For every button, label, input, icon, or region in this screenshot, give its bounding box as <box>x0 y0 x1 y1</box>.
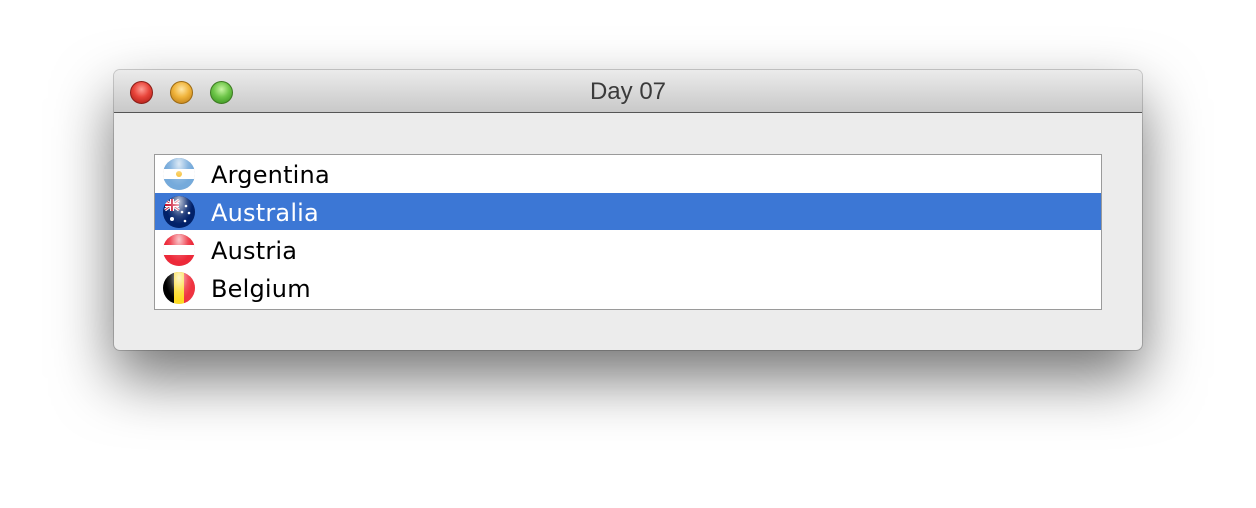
app-window: Day 07 Argentina Australia Austria Belgi… <box>114 70 1142 350</box>
belgium-flag-icon <box>163 272 195 304</box>
argentina-flag-icon <box>163 158 195 190</box>
list-item-label: Argentina <box>211 161 330 189</box>
list-item-label: Australia <box>211 199 319 227</box>
country-list[interactable]: Argentina Australia Austria Belgium <box>154 154 1102 310</box>
list-item-australia[interactable]: Australia <box>155 193 1101 230</box>
austria-flag-icon <box>163 234 195 266</box>
title-bar[interactable]: Day 07 <box>114 70 1142 113</box>
list-item-belgium[interactable]: Belgium <box>155 269 1101 306</box>
list-item-label: Belgium <box>211 275 311 303</box>
list-item-austria[interactable]: Austria <box>155 231 1101 268</box>
australia-flag-icon <box>163 196 195 228</box>
window-title: Day 07 <box>589 78 667 105</box>
list-item-argentina[interactable]: Argentina <box>155 155 1101 192</box>
list-item-label: Austria <box>211 237 298 265</box>
